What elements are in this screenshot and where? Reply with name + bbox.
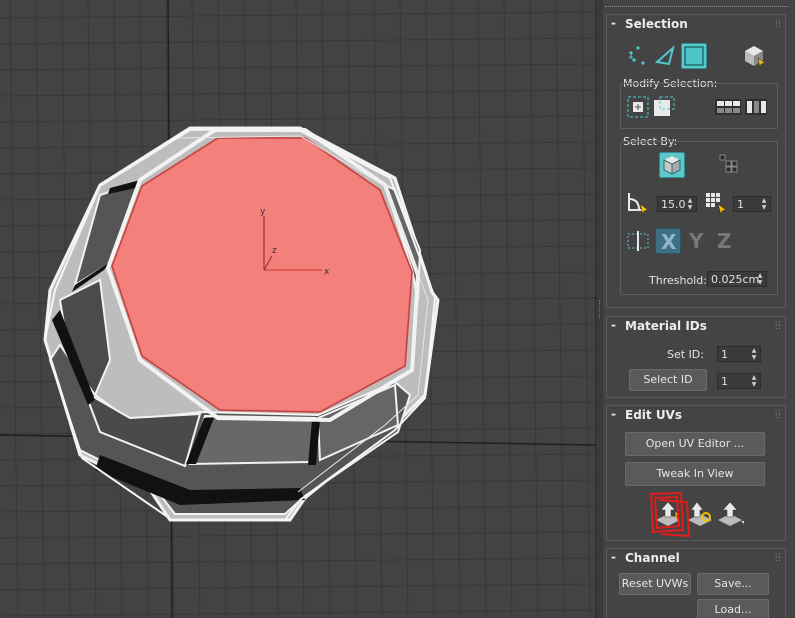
panel-drag-bar[interactable]	[603, 0, 795, 10]
grid-line	[529, 0, 539, 618]
select-id-button[interactable]: Select ID	[629, 369, 707, 391]
material-ids-rollout-header[interactable]: - Material IDs ::::	[607, 317, 785, 335]
threshold-value: 0.025cm	[711, 273, 760, 286]
rollout-grip-icon[interactable]: ::::	[775, 320, 781, 331]
grid-line	[451, 0, 461, 618]
ring-icon[interactable]	[743, 94, 769, 120]
grid-line	[0, 531, 595, 539]
rollout-title: Edit UVs	[625, 408, 682, 422]
gizmo-x-label: x	[324, 267, 330, 277]
3d-viewport[interactable]: x y z	[0, 0, 595, 618]
vertex-icon[interactable]	[625, 43, 651, 69]
grid-line	[0, 609, 595, 617]
collapse-sign: -	[611, 550, 616, 564]
rollout-grip-icon[interactable]: ::::	[775, 409, 781, 420]
collapse-sign: -	[611, 318, 616, 332]
selection-rollout-header[interactable]: - Selection ::::	[607, 15, 785, 33]
threshold-label: Threshold:	[649, 274, 707, 287]
collapse-sign: -	[611, 16, 616, 30]
material-ids-rollout: - Material IDs :::: Set ID: 1 ▲ ▼ Select …	[606, 316, 786, 398]
set-id-value: 1	[721, 348, 728, 361]
spinner-arrows-icon[interactable]: ▲ ▼	[756, 272, 764, 286]
annotation-scribble	[649, 491, 691, 538]
tweak-in-view-button[interactable]: Tweak In View	[625, 462, 765, 486]
rollout-title: Material IDs	[625, 319, 707, 333]
reset-uvws-button[interactable]: Reset UVWs	[619, 573, 691, 595]
grid-line	[0, 557, 595, 565]
panel-splitter[interactable]	[595, 0, 603, 618]
axis-z-label: Z	[717, 229, 732, 253]
mesh-object	[43, 126, 440, 522]
channel-rollout: - Channel :::: Reset UVWs Save... Load..…	[606, 548, 786, 618]
edit-uvs-rollout: - Edit UVs :::: Open UV Editor ... Tweak…	[606, 405, 786, 541]
grid-line	[35, 0, 45, 618]
save-button[interactable]: Save...	[697, 573, 769, 595]
grid-count-spinner[interactable]: 1 ▲ ▼	[733, 196, 771, 212]
select-pattern-icon[interactable]	[717, 152, 743, 178]
set-id-label: Set ID:	[667, 348, 704, 361]
axis-x-toggle[interactable]: X	[655, 228, 681, 254]
command-panel: - Selection :::: Modify Selection: Selec…	[603, 0, 795, 618]
gizmo-y-label: y	[260, 207, 266, 217]
modify-selection-group	[620, 83, 778, 129]
grid-line	[477, 0, 487, 618]
axis-z-toggle[interactable]: Z	[711, 228, 737, 254]
spinner-arrows-icon[interactable]: ▲ ▼	[686, 197, 694, 211]
loop-icon[interactable]	[713, 94, 743, 120]
rollout-title: Selection	[625, 17, 688, 31]
viewport-scene[interactable]: x y z	[0, 0, 595, 618]
spinner-arrows-icon[interactable]: ▲ ▼	[750, 347, 758, 361]
shrink-selection-icon[interactable]	[651, 94, 677, 120]
spinner-arrows-icon[interactable]: ▲ ▼	[750, 374, 758, 388]
axis-y-toggle[interactable]: Y	[683, 228, 709, 254]
select-element-icon[interactable]	[659, 152, 685, 178]
rollout-title: Channel	[625, 551, 680, 565]
collapse-sign: -	[611, 407, 616, 421]
grow-selection-icon[interactable]	[625, 94, 651, 120]
planar-angle-icon[interactable]	[625, 190, 651, 216]
selection-rollout: - Selection :::: Modify Selection: Selec…	[606, 14, 786, 308]
set-id-spinner[interactable]: 1 ▲ ▼	[717, 346, 761, 362]
rollout-grip-icon[interactable]: ::::	[775, 18, 781, 29]
unfold-icon[interactable]	[715, 498, 745, 526]
select-by-grid-icon[interactable]	[703, 190, 729, 216]
axis-x-label: X	[661, 230, 677, 254]
open-uv-editor-button[interactable]: Open UV Editor ...	[625, 432, 765, 456]
grid-count-value: 1	[737, 198, 744, 211]
select-id-value: 1	[721, 375, 728, 388]
polygon-icon[interactable]	[681, 43, 707, 69]
planar-angle-value: 15.0	[661, 198, 686, 211]
edge-icon[interactable]	[653, 43, 679, 69]
grid-line	[0, 583, 595, 591]
grid-line	[503, 0, 513, 618]
planar-angle-spinner[interactable]: 15.0 ▲ ▼	[657, 196, 697, 212]
edit-uvs-rollout-header[interactable]: - Edit UVs ::::	[607, 406, 785, 424]
element-icon[interactable]	[741, 43, 767, 69]
select-by-group: 15.0 ▲ ▼ 1 ▲ ▼ X Y Z Threshold: 0.025cm …	[620, 141, 778, 295]
select-id-spinner[interactable]: 1 ▲ ▼	[717, 373, 761, 389]
grid-line	[581, 0, 591, 618]
grid-line	[0, 37, 595, 45]
load-button[interactable]: Load...	[697, 599, 769, 618]
spinner-arrows-icon[interactable]: ▲ ▼	[760, 197, 768, 211]
grid-line	[555, 0, 565, 618]
threshold-spinner[interactable]: 0.025cm ▲ ▼	[707, 271, 767, 287]
axis-y-label: Y	[689, 229, 704, 253]
grid-line	[9, 0, 19, 618]
grid-line	[0, 11, 595, 19]
channel-rollout-header[interactable]: - Channel ::::	[607, 549, 785, 567]
symmetry-icon[interactable]	[625, 228, 651, 254]
rollout-grip-icon[interactable]: ::::	[775, 552, 781, 563]
gizmo-z-label: z	[272, 246, 277, 256]
